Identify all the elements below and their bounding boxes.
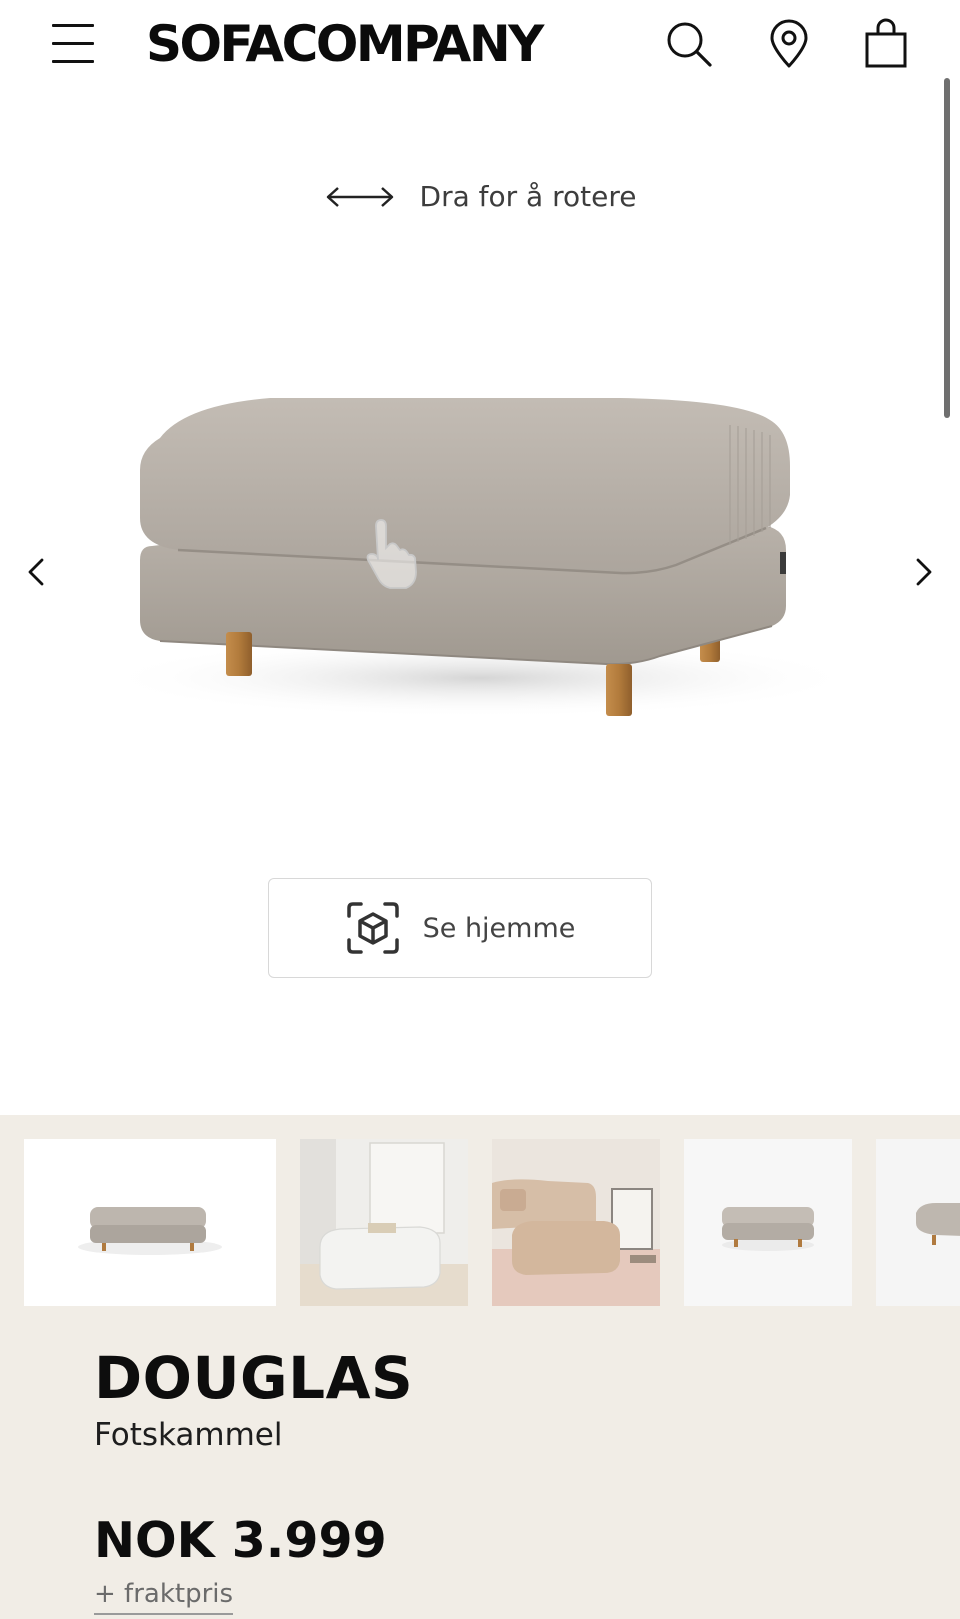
view-at-home-button[interactable]: Se hjemme [268,878,652,978]
product-info-panel: DOUGLAS Fotskammel NOK 3.999 + fraktpris [0,1115,960,1619]
product-name: DOUGLAS [94,1344,414,1412]
thumbnail-product-front[interactable] [24,1139,276,1306]
brand-logo[interactable]: SOFACOMPANY [146,10,544,78]
front-leg [606,664,632,716]
site-header: SOFACOMPANY [0,0,960,88]
search-icon[interactable] [663,18,715,70]
view-at-home-label: Se hjemme [422,912,576,944]
previous-image-arrow-icon[interactable] [20,555,54,589]
thumbnail-product-side[interactable] [684,1139,852,1306]
thumbnail-product-angle[interactable] [876,1139,960,1306]
front-leg [226,632,252,676]
thumbnail-carousel[interactable] [24,1139,960,1307]
thumbnail-room-scene-white[interactable] [300,1139,468,1306]
thumbnail-room-scene-beige[interactable] [492,1139,660,1306]
rotate-hint-text: Dra for å rotere [419,180,637,213]
ar-cube-icon [345,900,401,956]
shipping-cost-link[interactable]: + fraktpris [94,1577,234,1615]
product-3d-viewer[interactable] [0,260,960,820]
product-price: NOK 3.999 [94,1512,387,1569]
next-image-arrow-icon[interactable] [906,555,940,589]
shopping-bag-icon[interactable] [860,18,912,70]
double-arrow-icon [324,183,396,211]
menu-icon[interactable] [52,22,94,66]
rotate-hint: Dra for å rotere [0,180,960,213]
location-pin-icon[interactable] [763,18,815,70]
product-type: Fotskammel [94,1417,283,1453]
